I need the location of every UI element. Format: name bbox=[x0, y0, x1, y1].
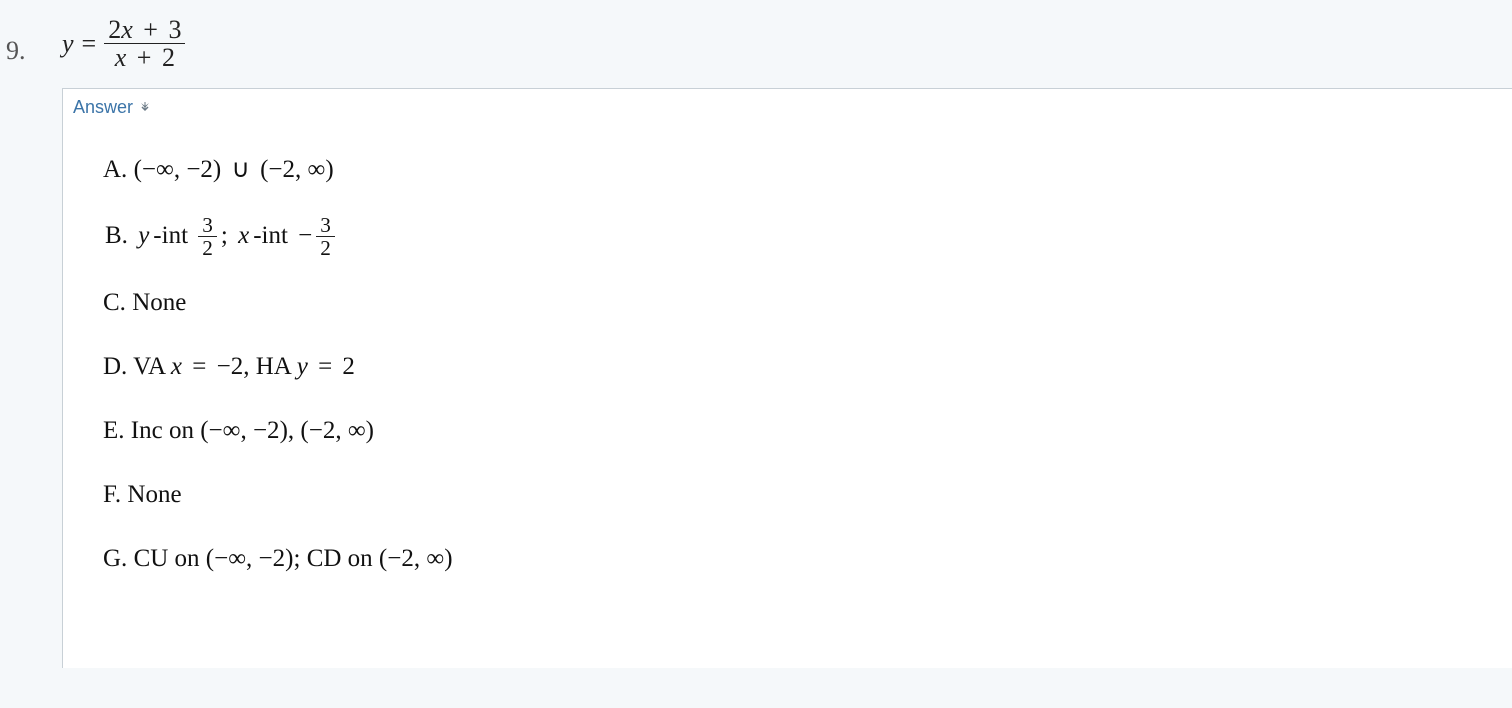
answer-item-e: E. Inc on (−∞, −2), (−2, ∞) bbox=[103, 411, 1482, 451]
sep-g: ; bbox=[293, 545, 300, 572]
xint-text: -int bbox=[253, 216, 288, 256]
comma-g1: , bbox=[246, 545, 252, 572]
interval-e1-open: ( bbox=[200, 417, 208, 444]
neg2-g1: −2 bbox=[259, 545, 286, 572]
answer-item-d: D. VA x = −2, HA y = 2 bbox=[103, 347, 1482, 387]
answer-header-label: Answer bbox=[73, 97, 133, 118]
answer-toggle[interactable]: Answer bbox=[63, 89, 163, 122]
yint-fraction: 3 2 bbox=[198, 214, 217, 260]
minus-b: − bbox=[298, 216, 312, 256]
comma-e1: , bbox=[240, 417, 246, 444]
neg2-e2: −2 bbox=[309, 417, 336, 444]
va-text: VA bbox=[133, 353, 165, 380]
interval-e1-close: ) bbox=[280, 417, 288, 444]
ha-val: 2 bbox=[342, 353, 355, 380]
comma-g2: , bbox=[414, 545, 420, 572]
neg2-a2: −2 bbox=[268, 156, 295, 183]
interval-a1-close: ) bbox=[213, 156, 221, 183]
question-number: 9. bbox=[6, 16, 46, 66]
interval-g2-open: ( bbox=[379, 545, 387, 572]
neg2-a1: −2 bbox=[186, 156, 213, 183]
interval-g1-open: ( bbox=[206, 545, 214, 572]
chevron-down-icon bbox=[139, 99, 151, 115]
interval-e2-close: ) bbox=[366, 417, 374, 444]
answer-panel: Answer A. (−∞, −2) ∪ (−2, ∞) B. y-int bbox=[62, 88, 1512, 668]
label-g: G. bbox=[103, 545, 127, 572]
answer-item-a: A. (−∞, −2) ∪ (−2, ∞) bbox=[103, 150, 1482, 190]
ha-eq: = bbox=[318, 353, 332, 380]
answer-content: A. (−∞, −2) ∪ (−2, ∞) B. y-int 3 2 ; x-i… bbox=[63, 122, 1512, 624]
label-d: D. bbox=[103, 353, 127, 380]
xint-den: 2 bbox=[316, 236, 335, 259]
den-op: + bbox=[137, 43, 152, 72]
interval-g2-close: ) bbox=[444, 545, 452, 572]
union-symbol: ∪ bbox=[232, 156, 250, 183]
label-e: E. bbox=[103, 417, 125, 444]
label-f: F. bbox=[103, 481, 121, 508]
num-op: + bbox=[143, 15, 158, 44]
neg2-e1: −2 bbox=[253, 417, 280, 444]
xint-var: x bbox=[238, 216, 249, 256]
text-c: None bbox=[132, 289, 186, 316]
neg-inf-e1: −∞ bbox=[209, 417, 241, 444]
label-b: B. bbox=[105, 216, 128, 256]
num-const: 3 bbox=[168, 15, 181, 44]
interval-a1-open: ( bbox=[134, 156, 142, 183]
question-fraction: 2x + 3 x + 2 bbox=[104, 16, 185, 72]
answer-item-c: C. None bbox=[103, 283, 1482, 323]
xint-num: 3 bbox=[316, 214, 335, 236]
comma-a1: , bbox=[174, 156, 180, 183]
sep-b: ; bbox=[221, 216, 228, 256]
num-coef: 2 bbox=[108, 15, 121, 44]
neg-inf-g1: −∞ bbox=[214, 545, 246, 572]
inc-text: Inc on bbox=[131, 417, 194, 444]
sep-e: , bbox=[288, 417, 294, 444]
num-var: x bbox=[121, 15, 133, 44]
cu-text: CU on bbox=[134, 545, 200, 572]
cd-text: CD on bbox=[307, 545, 373, 572]
yint-den: 2 bbox=[198, 236, 217, 259]
inf-a2: ∞ bbox=[308, 156, 326, 183]
xint-fraction: 3 2 bbox=[316, 214, 335, 260]
question-body: y = 2x + 3 x + 2 bbox=[60, 16, 187, 72]
den-var: x bbox=[115, 43, 127, 72]
comma-a2: , bbox=[295, 156, 301, 183]
text-f: None bbox=[127, 481, 181, 508]
equals-sign: = bbox=[82, 29, 97, 59]
page-root: 9. y = 2x + 3 x + 2 bbox=[0, 0, 1512, 708]
answer-item-g: G. CU on (−∞, −2); CD on (−2, ∞) bbox=[103, 539, 1482, 579]
den-const: 2 bbox=[162, 43, 175, 72]
inf-e2: ∞ bbox=[348, 417, 366, 444]
yint-var: y bbox=[138, 216, 149, 256]
inf-g2: ∞ bbox=[426, 545, 444, 572]
neg2-g2: −2 bbox=[387, 545, 414, 572]
ha-text: HA bbox=[256, 353, 291, 380]
interval-a2-close: ) bbox=[325, 156, 333, 183]
interval-e2-open: ( bbox=[300, 417, 308, 444]
answer-item-b: B. y-int 3 2 ; x-int − 3 2 bbox=[103, 214, 1482, 260]
var-y: y bbox=[62, 29, 74, 59]
question-row: 9. y = 2x + 3 x + 2 bbox=[0, 0, 1512, 88]
comma-d: , bbox=[243, 353, 249, 380]
yint-num: 3 bbox=[198, 214, 217, 236]
va-val: −2 bbox=[217, 353, 244, 380]
label-a: A. bbox=[103, 156, 127, 183]
answer-item-f: F. None bbox=[103, 475, 1482, 515]
label-c: C. bbox=[103, 289, 126, 316]
comma-e2: , bbox=[335, 417, 341, 444]
va-var: x bbox=[171, 353, 182, 380]
yint-text: -int bbox=[153, 216, 188, 256]
ha-var: y bbox=[297, 353, 308, 380]
neg-inf-a1: −∞ bbox=[142, 156, 174, 183]
va-eq: = bbox=[192, 353, 206, 380]
